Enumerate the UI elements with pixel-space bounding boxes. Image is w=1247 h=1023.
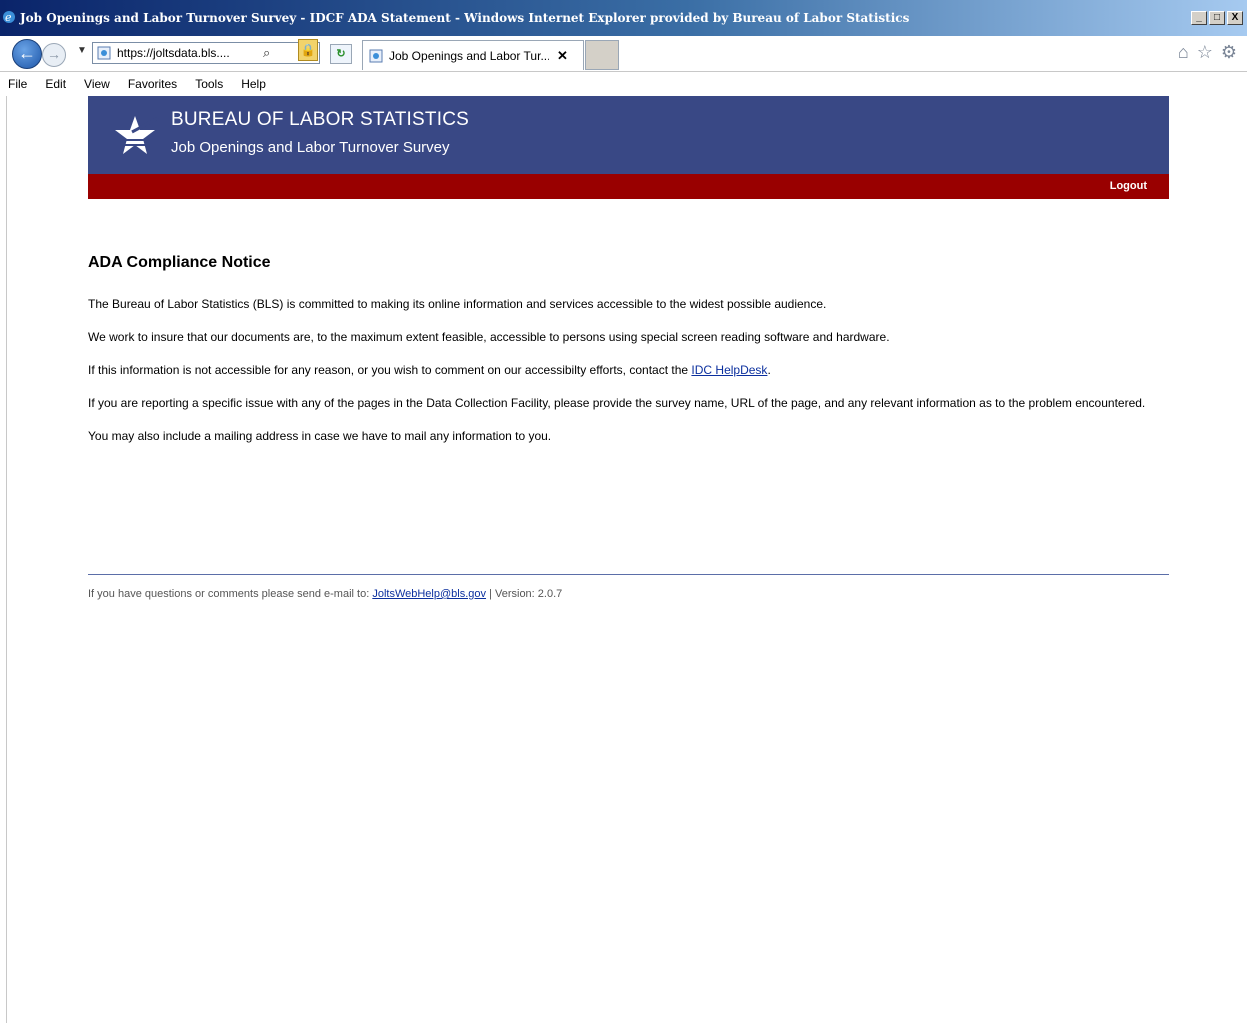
svg-text:e: e [5,11,12,24]
paragraph-commitment: The Bureau of Labor Statistics (BLS) is … [88,297,827,311]
menu-edit[interactable]: Edit [45,77,66,91]
maximize-button[interactable]: □ [1209,11,1225,25]
close-window-button[interactable]: X [1227,11,1243,25]
address-bar[interactable]: https://joltsdata.bls.... ⌕ [92,42,320,64]
idc-helpdesk-link[interactable]: IDC HelpDesk [691,363,767,377]
version-text: | Version: 2.0.7 [486,588,563,600]
paragraph-documents: We work to insure that our documents are… [88,330,890,344]
page-title: ADA Compliance Notice [88,254,271,271]
lock-icon[interactable]: 🔒 [298,39,318,61]
new-tab-button[interactable] [585,40,619,70]
paragraph-contact: If this information is not accessible fo… [88,360,1169,381]
window-title: Job Openings and Labor Turnover Survey -… [20,11,910,25]
tab-page-icon [369,49,383,62]
menu-favorites[interactable]: Favorites [128,77,177,91]
gear-icon[interactable]: ⚙ [1221,42,1237,63]
menu-bar: File Edit View Favorites Tools Help [0,72,1247,96]
menu-file[interactable]: File [8,77,27,91]
survey-name: Job Openings and Labor Turnover Survey [171,139,450,156]
forward-arrow-icon: → [47,46,61,62]
menu-view[interactable]: View [84,77,110,91]
paragraph-mailing: You may also include a mailing address i… [88,429,552,443]
address-url[interactable]: https://joltsdata.bls.... [117,46,257,60]
footer-text: If you have questions or comments please… [88,588,373,600]
ie-icon: e [3,11,15,24]
search-icon[interactable]: ⌕ [263,45,270,61]
bls-header-banner: BUREAU OF LABOR STATISTICS Job Openings … [88,96,1169,174]
close-tab-icon[interactable]: ✕ [557,48,568,64]
logout-link[interactable]: Logout [1110,180,1147,192]
tab-active[interactable]: Job Openings and Labor Tur... ✕ [362,40,584,70]
header-red-bar: Logout [88,174,1169,199]
back-arrow-icon: ← [18,43,36,63]
tab-label: Job Openings and Labor Tur... [389,48,549,63]
contact-text-end: . [767,363,771,377]
paragraph-reporting: If you are reporting a specific issue wi… [88,396,1146,410]
forward-button[interactable]: → [42,43,66,67]
page-icon [97,46,111,60]
browser-navbar: ← → ▼ https://joltsdata.bls.... ⌕ 🔒 ↻ Jo… [0,36,1247,72]
footer-divider [88,574,1169,575]
back-button[interactable]: ← [12,39,42,69]
refresh-icon: ↻ [336,48,346,60]
window-left-border [0,96,7,1023]
menu-tools[interactable]: Tools [195,77,223,91]
help-email-link[interactable]: JoltsWebHelp@bls.gov [372,588,486,600]
browser-toolbar-icons: ⌂ ☆ ⚙ [1178,42,1237,63]
history-dropdown-icon[interactable]: ▼ [77,45,87,56]
contact-text: If this information is not accessible fo… [88,363,692,377]
refresh-button[interactable]: ↻ [330,44,352,64]
window-titlebar: e Job Openings and Labor Turnover Survey… [0,0,1247,36]
main-content: ADA Compliance Notice The Bureau of Labo… [88,254,1169,459]
footer: If you have questions or comments please… [88,588,562,600]
minimize-button[interactable]: _ [1191,11,1207,25]
agency-name: BUREAU OF LABOR STATISTICS [171,109,469,130]
menu-help[interactable]: Help [241,77,266,91]
bls-star-logo-icon [115,116,159,154]
favorites-star-icon[interactable]: ☆ [1197,42,1213,63]
window-controls: _ □ X [1191,11,1243,25]
home-icon[interactable]: ⌂ [1178,42,1189,63]
